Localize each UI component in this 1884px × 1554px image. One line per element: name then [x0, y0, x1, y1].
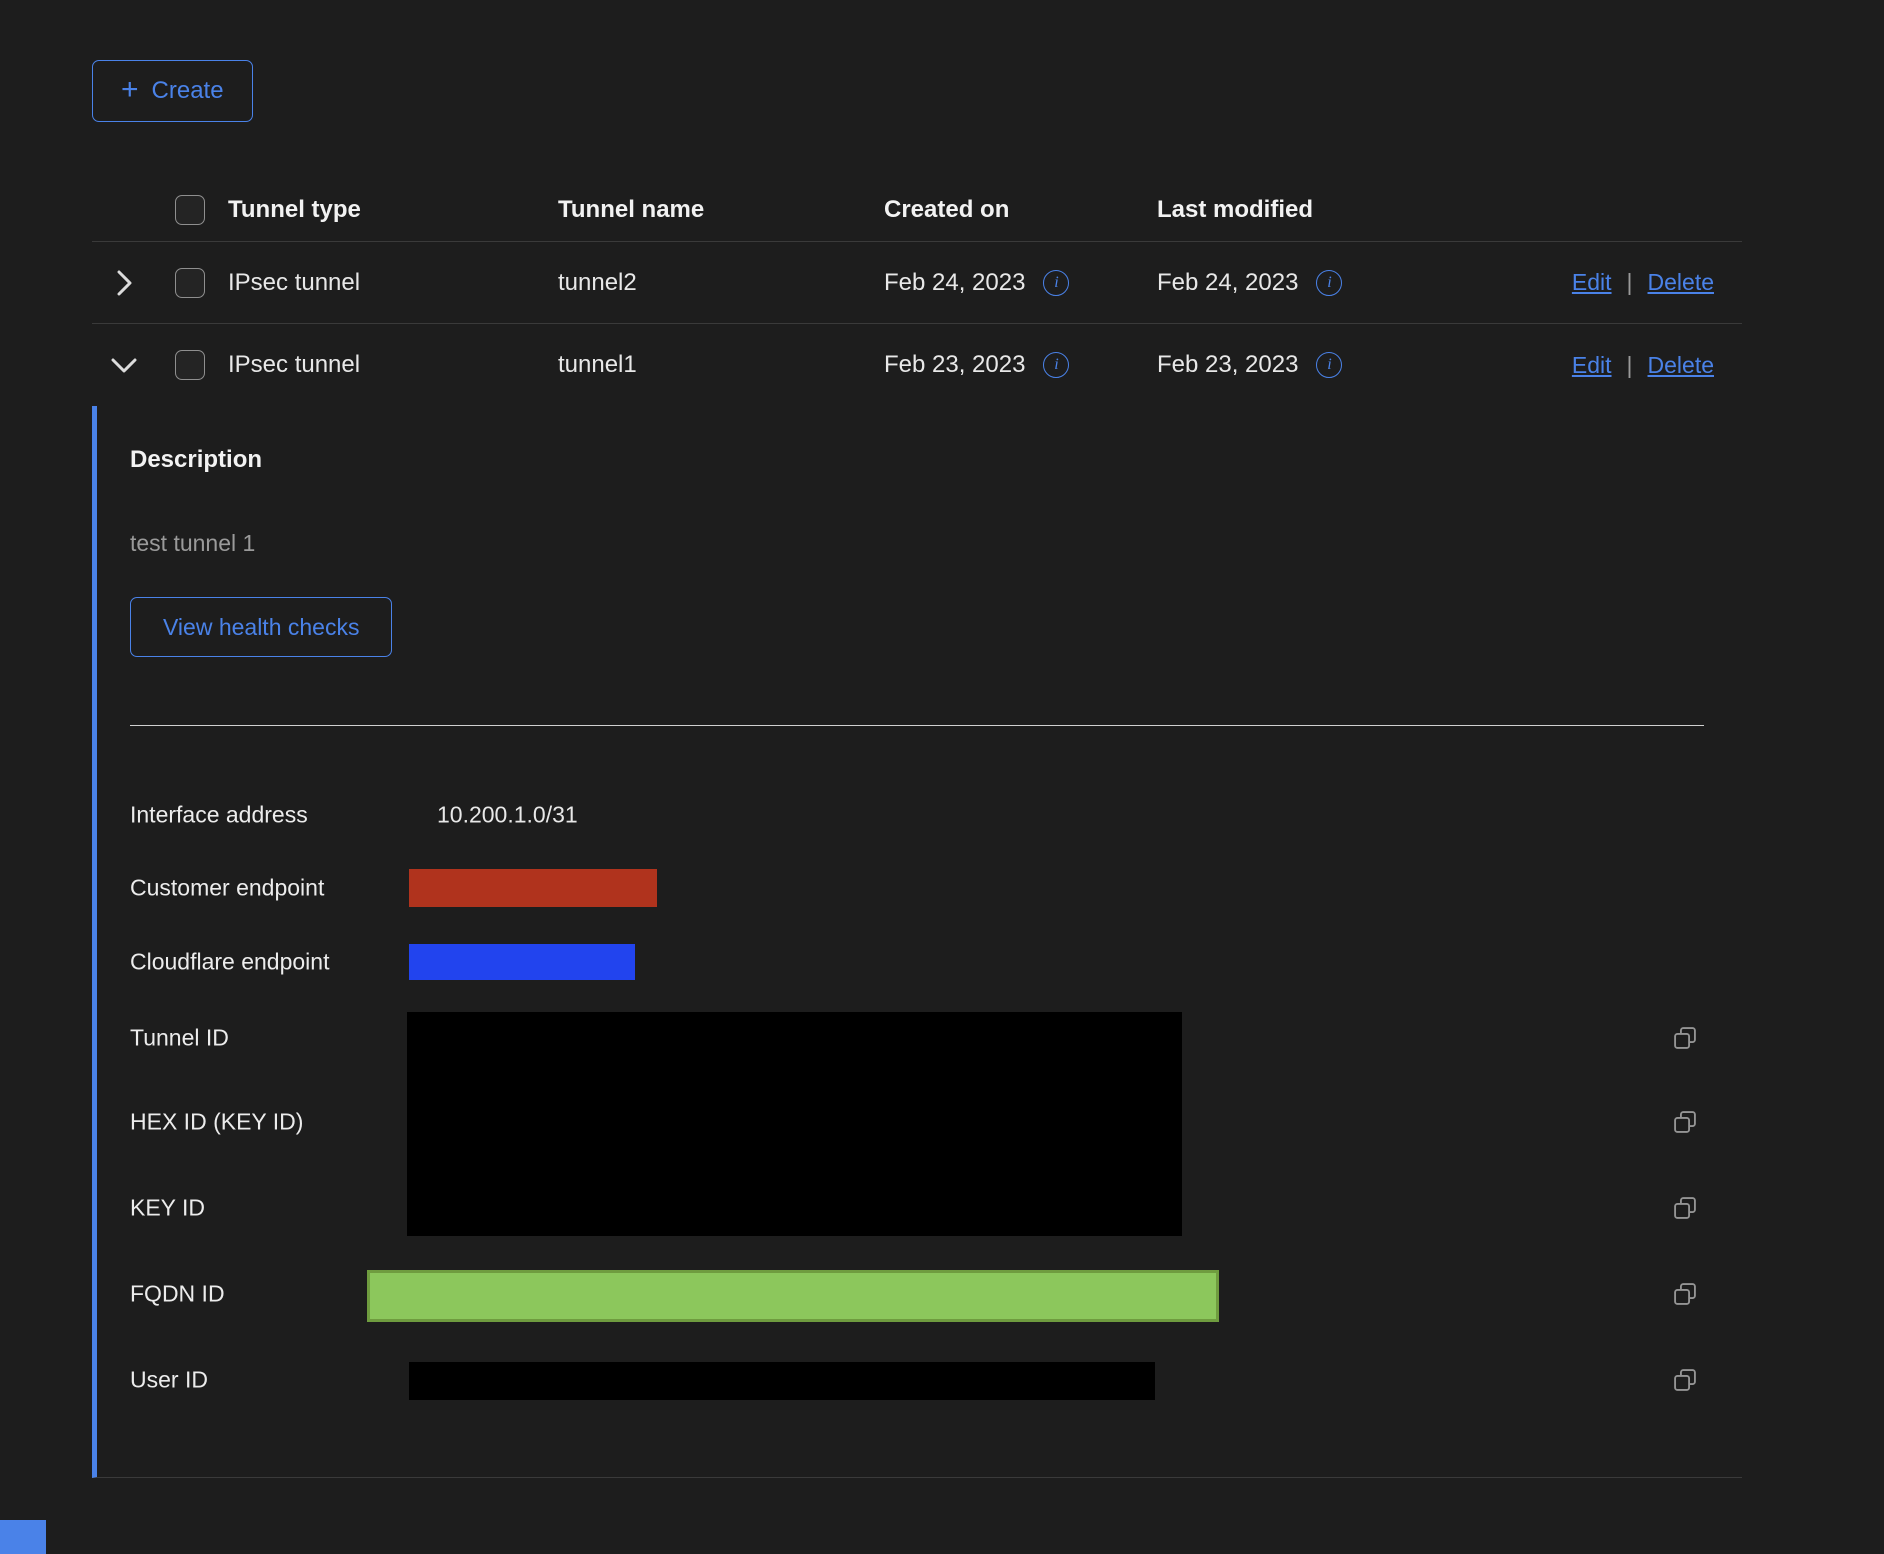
column-header-last-modified: Last modified — [1157, 196, 1492, 224]
interface-address-label: Interface address — [130, 802, 308, 829]
customer-endpoint-label: Customer endpoint — [130, 875, 324, 902]
copy-icon[interactable] — [1671, 1024, 1699, 1052]
table-row: IPsec tunnel tunnel2 Feb 24, 2023 i Feb … — [92, 242, 1742, 324]
ids-redaction — [407, 1012, 1182, 1236]
row-checkbox[interactable] — [175, 268, 205, 298]
bottom-left-blue-bar — [0, 1520, 46, 1554]
delete-link[interactable]: Delete — [1648, 269, 1714, 296]
column-header-tunnel-name: Tunnel name — [558, 196, 884, 224]
tunnel-id-label: Tunnel ID — [130, 1025, 229, 1052]
tunnel-detail-panel: Description test tunnel 1 View health ch… — [92, 406, 1742, 1478]
column-header-tunnel-type: Tunnel type — [228, 196, 558, 224]
tunnel-name-cell: tunnel2 — [558, 269, 884, 297]
created-on-value: Feb 23, 2023 — [884, 351, 1025, 379]
copy-icon[interactable] — [1671, 1108, 1699, 1136]
table-row: IPsec tunnel tunnel1 Feb 23, 2023 i Feb … — [92, 324, 1742, 406]
cloudflare-endpoint-redaction — [409, 944, 635, 980]
tunnel-type-cell: IPsec tunnel — [228, 351, 558, 379]
fqdn-id-label: FQDN ID — [130, 1281, 225, 1308]
hex-id-label: HEX ID (KEY ID) — [130, 1109, 303, 1136]
info-icon[interactable]: i — [1316, 352, 1342, 378]
description-label: Description — [130, 446, 262, 474]
delete-link[interactable]: Delete — [1648, 352, 1714, 379]
edit-link[interactable]: Edit — [1572, 352, 1612, 379]
divider — [130, 725, 1704, 726]
copy-icon[interactable] — [1671, 1366, 1699, 1394]
table-header-row: Tunnel type Tunnel name Created on Last … — [92, 178, 1742, 242]
tunnel-name-cell: tunnel1 — [558, 351, 884, 379]
cloudflare-endpoint-label: Cloudflare endpoint — [130, 949, 329, 976]
plus-icon: + — [121, 75, 139, 105]
column-header-created-on: Created on — [884, 196, 1157, 224]
customer-endpoint-redaction — [409, 869, 657, 907]
copy-icon[interactable] — [1671, 1280, 1699, 1308]
last-modified-value: Feb 24, 2023 — [1157, 269, 1298, 297]
chevron-right-icon[interactable] — [114, 268, 134, 298]
info-icon[interactable]: i — [1316, 270, 1342, 296]
interface-address-value: 10.200.1.0/31 — [437, 802, 578, 829]
view-health-checks-button[interactable]: View health checks — [130, 597, 392, 657]
description-value: test tunnel 1 — [130, 530, 255, 557]
info-icon[interactable]: i — [1043, 270, 1069, 296]
action-separator: | — [1627, 269, 1633, 296]
copy-icon[interactable] — [1671, 1194, 1699, 1222]
info-icon[interactable]: i — [1043, 352, 1069, 378]
row-checkbox[interactable] — [175, 350, 205, 380]
key-id-label: KEY ID — [130, 1195, 205, 1222]
user-id-redaction — [409, 1362, 1155, 1400]
edit-link[interactable]: Edit — [1572, 269, 1612, 296]
created-on-value: Feb 24, 2023 — [884, 269, 1025, 297]
create-button-label: Create — [152, 77, 224, 105]
tunnels-table: Tunnel type Tunnel name Created on Last … — [92, 178, 1742, 1478]
chevron-down-icon[interactable] — [109, 355, 139, 375]
create-button[interactable]: + Create — [92, 60, 253, 122]
tunnel-type-cell: IPsec tunnel — [228, 269, 558, 297]
action-separator: | — [1627, 352, 1633, 379]
last-modified-value: Feb 23, 2023 — [1157, 351, 1298, 379]
select-all-checkbox[interactable] — [175, 195, 205, 225]
fqdn-id-redaction — [367, 1270, 1219, 1322]
user-id-label: User ID — [130, 1367, 208, 1394]
